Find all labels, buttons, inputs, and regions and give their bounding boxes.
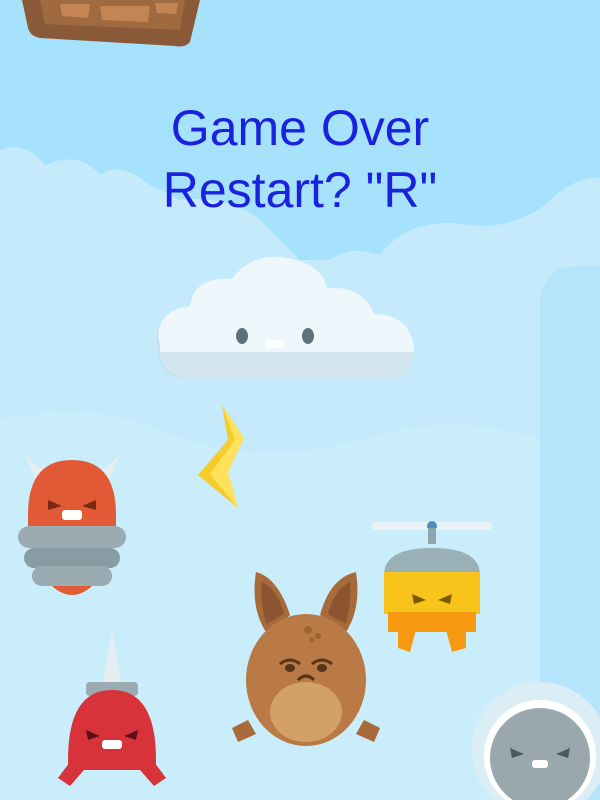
game-over-title: Game Over [170, 100, 430, 156]
horned-red-monster [18, 455, 126, 595]
restart-prompt: Restart? "R" [162, 162, 438, 218]
